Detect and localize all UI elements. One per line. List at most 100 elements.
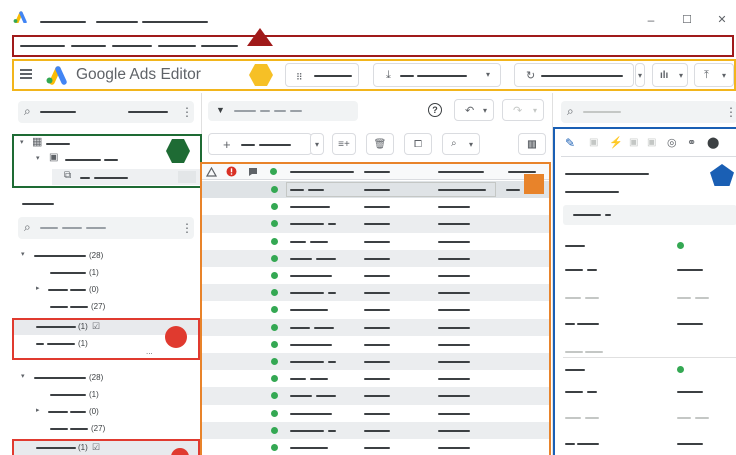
status-enabled-icon — [271, 237, 278, 245]
selected-cell-outline — [286, 182, 496, 197]
expand-icon[interactable]: ▾ — [21, 251, 25, 258]
field-value — [677, 443, 703, 445]
cell-value — [310, 240, 328, 243]
redo-button: ↷ ▾ — [502, 99, 544, 121]
table-row[interactable] — [202, 215, 550, 233]
table-row[interactable] — [202, 353, 550, 371]
warning-outline-icon[interactable] — [206, 167, 217, 177]
view-toggle-button[interactable]: ⠿ — [285, 63, 359, 87]
tab-target[interactable]: ◎ — [667, 136, 677, 149]
hamburger-menu-icon[interactable] — [20, 69, 32, 79]
tab-label[interactable]: ⬤ — [707, 136, 719, 149]
trash-icon: 🗑 — [373, 138, 387, 150]
status-enabled-icon — [271, 444, 278, 451]
tab-image-2[interactable]: ▣ — [629, 137, 638, 148]
editor-field[interactable] — [553, 363, 736, 377]
table-row[interactable] — [202, 249, 550, 267]
tree-item[interactable]: ▸ (0) — [12, 405, 202, 419]
undo-button[interactable]: ↶ ▾ — [454, 99, 494, 121]
editor-field[interactable] — [553, 345, 736, 359]
comment-icon[interactable] — [248, 167, 258, 177]
tree-item[interactable]: ▾ (28) — [12, 371, 202, 385]
tree-item[interactable]: (27) — [12, 422, 202, 436]
table-row[interactable] — [202, 439, 550, 455]
editor-field[interactable] — [553, 317, 736, 331]
bulk-add-button[interactable]: ≡+ — [332, 133, 356, 155]
add-dropdown-button[interactable]: ▾ — [310, 133, 324, 155]
delete-button[interactable]: 🗑 — [366, 133, 394, 155]
table-row[interactable] — [202, 232, 550, 250]
cell-value — [364, 257, 390, 260]
tab-edit[interactable]: ✎ — [565, 136, 575, 150]
download-button[interactable]: ⤓ ▾ — [373, 63, 501, 87]
editor-select[interactable] — [563, 205, 736, 225]
status-icon[interactable] — [270, 168, 277, 175]
editor-field[interactable] — [553, 411, 736, 425]
editor-field[interactable] — [553, 239, 736, 253]
tree-search-input-secondary[interactable]: ⌕ ⋮ — [18, 217, 194, 239]
tab-wand[interactable]: ⚡ — [609, 136, 623, 149]
editor-field[interactable] — [553, 263, 736, 277]
table-row[interactable] — [202, 335, 550, 353]
stats-button[interactable]: ılı ▾ — [652, 63, 688, 87]
refresh-dropdown-button[interactable]: ▾ — [635, 63, 645, 87]
refresh-button[interactable]: ↻ — [514, 63, 634, 87]
field-label — [565, 443, 575, 445]
more-vert-icon[interactable]: ⋮ — [181, 221, 193, 235]
table-row[interactable] — [202, 198, 550, 216]
maximize-button[interactable]: ☐ — [680, 13, 694, 27]
menu-item[interactable] — [71, 45, 106, 47]
preview-button[interactable]: ⧠ — [404, 133, 432, 155]
table-row[interactable] — [202, 267, 550, 285]
more-vert-icon[interactable]: ⋮ — [725, 105, 736, 119]
cell-value — [290, 395, 312, 398]
more-vert-icon[interactable]: ⋮ — [181, 105, 193, 119]
tab-image[interactable]: ▣ — [589, 137, 598, 148]
tree-item[interactable]: (1) — [12, 388, 202, 402]
menu-item[interactable] — [112, 45, 152, 47]
add-button[interactable]: + — [208, 133, 312, 155]
tree-item[interactable]: (1) — [12, 266, 202, 280]
expand-icon[interactable]: ▾ — [36, 155, 40, 162]
tree-item[interactable]: ▾ (28) — [12, 249, 202, 263]
menu-item[interactable] — [158, 45, 196, 47]
table-row[interactable] — [202, 284, 550, 302]
expand-right-icon[interactable]: ▸ — [36, 285, 40, 292]
editor-heading — [565, 173, 649, 175]
tree-search-input[interactable]: ⌕ ⋮ — [18, 101, 194, 123]
columns-button[interactable]: ▥ — [518, 133, 546, 155]
field-label — [577, 443, 599, 445]
error-icon[interactable] — [226, 166, 237, 177]
menu-item[interactable] — [201, 45, 238, 47]
editor-field[interactable] — [553, 291, 736, 305]
help-icon[interactable]: ? — [428, 103, 442, 117]
table-row[interactable] — [202, 181, 550, 199]
editor-field[interactable] — [553, 385, 736, 399]
menu-item[interactable] — [20, 45, 65, 47]
replace-button[interactable]: ⌕ ▾ — [442, 133, 480, 155]
cell-value — [364, 292, 390, 295]
post-button[interactable]: ⤒ ▾ — [694, 63, 734, 87]
editor-field[interactable] — [553, 437, 736, 451]
table-row[interactable] — [202, 404, 550, 422]
find-replace-icon: ⌕ — [451, 138, 457, 149]
field-divider — [563, 357, 736, 358]
expand-icon[interactable]: ▾ — [21, 373, 25, 380]
tree-item[interactable]: ▸ (0) — [12, 283, 202, 297]
tab-image-3[interactable]: ▣ — [647, 137, 656, 148]
table-row[interactable] — [202, 318, 550, 336]
minimize-button[interactable]: – — [644, 13, 658, 27]
table-row[interactable] — [202, 370, 550, 388]
table-row[interactable] — [202, 387, 550, 405]
close-button[interactable]: ✕ — [715, 13, 729, 27]
tree-item[interactable]: (27) — [12, 300, 202, 314]
table-row[interactable] — [202, 421, 550, 439]
table-row[interactable] — [202, 301, 550, 319]
expand-icon[interactable]: ▾ — [20, 139, 24, 146]
search-icon: ⌕ — [567, 104, 574, 118]
tab-link[interactable]: ⚭ — [687, 136, 696, 149]
filter-bar[interactable]: ▼ — [208, 101, 358, 121]
field-label — [565, 351, 583, 353]
expand-right-icon[interactable]: ▸ — [36, 407, 40, 414]
editor-search-input[interactable]: ⌕ ⋮ — [561, 101, 736, 123]
